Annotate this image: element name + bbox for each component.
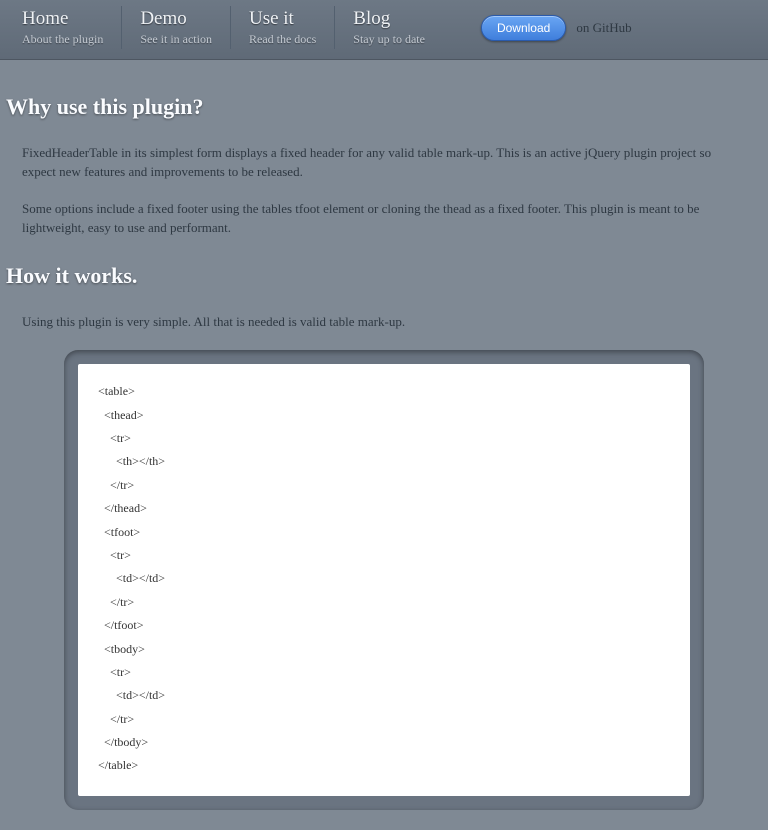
code-line: </tfoot> (98, 614, 670, 637)
code-line: <tr> (98, 661, 670, 684)
code-block: <table> <thead> <tr> <th></th> </tr> </t… (78, 364, 690, 796)
code-line: <tbody> (98, 638, 670, 661)
github-label: on GitHub (576, 20, 631, 36)
code-line: <table> (98, 380, 670, 403)
nav-useit-sub: Read the docs (249, 32, 316, 47)
nav-demo[interactable]: Demo See it in action (140, 6, 231, 49)
nav-blog[interactable]: Blog Stay up to date (353, 6, 443, 49)
code-line: </tr> (98, 591, 670, 614)
code-line: <tr> (98, 544, 670, 567)
heading-how: How it works. (6, 263, 746, 289)
code-line: <thead> (98, 404, 670, 427)
nav-blog-title: Blog (353, 8, 425, 30)
code-frame: <table> <thead> <tr> <th></th> </tr> </t… (64, 350, 704, 810)
code-line: </tbody> (98, 731, 670, 754)
nav-blog-sub: Stay up to date (353, 32, 425, 47)
code-line: </tr> (98, 474, 670, 497)
code-line: <th></th> (98, 450, 670, 473)
why-paragraph-2: Some options include a fixed footer usin… (22, 200, 746, 238)
nav-demo-sub: See it in action (140, 32, 212, 47)
nav-demo-title: Demo (140, 8, 212, 30)
code-line: <td></td> (98, 684, 670, 707)
how-paragraph-1: Using this plugin is very simple. All th… (22, 313, 746, 332)
nav-home-title: Home (22, 8, 103, 30)
nav-home-sub: About the plugin (22, 32, 103, 47)
download-wrap: Download on GitHub (481, 15, 632, 41)
code-line: <tr> (98, 427, 670, 450)
code-line: </table> (98, 754, 670, 777)
page-content: Why use this plugin? FixedHeaderTable in… (0, 60, 768, 830)
code-line: </tr> (98, 708, 670, 731)
top-nav: Home About the plugin Demo See it in act… (0, 0, 768, 60)
why-paragraph-1: FixedHeaderTable in its simplest form di… (22, 144, 746, 182)
nav-useit-title: Use it (249, 8, 316, 30)
download-button[interactable]: Download (481, 15, 566, 41)
heading-why: Why use this plugin? (6, 94, 746, 120)
nav-useit[interactable]: Use it Read the docs (249, 6, 335, 49)
nav-home[interactable]: Home About the plugin (22, 6, 122, 49)
code-line: </thead> (98, 497, 670, 520)
code-line: <tfoot> (98, 521, 670, 544)
code-line: <td></td> (98, 567, 670, 590)
